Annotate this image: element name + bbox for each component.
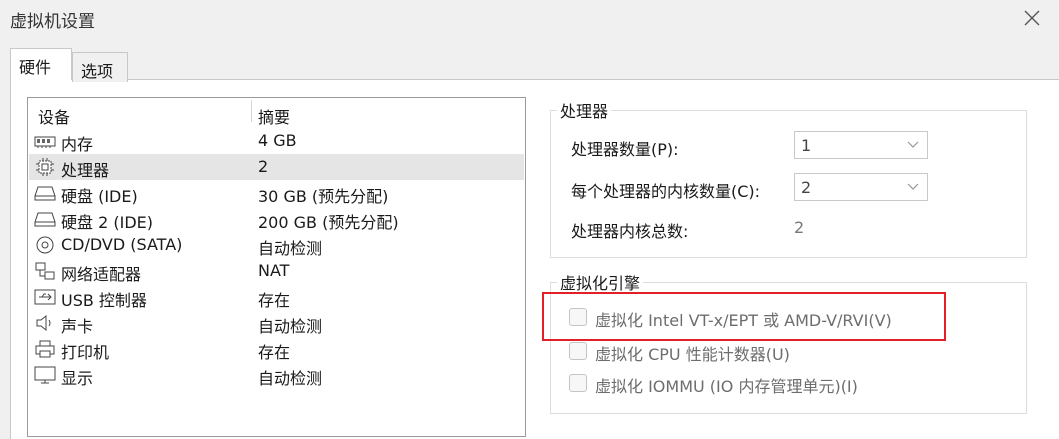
device-name: USB 控制器 xyxy=(61,291,147,310)
device-name: 声卡 xyxy=(61,317,94,336)
device-summary: 自动检测 xyxy=(258,239,323,258)
device-summary: 自动检测 xyxy=(258,369,323,388)
processor-count-label: 处理器数量(P): xyxy=(571,140,679,159)
cd-dvd-icon xyxy=(34,235,56,255)
processor-group-title: 处理器 xyxy=(557,98,612,122)
device-name: 处理器 xyxy=(61,161,110,180)
device-summary: 存在 xyxy=(258,343,291,362)
tab-options[interactable]: 选项 xyxy=(72,52,128,82)
cores-per-processor-label: 每个处理器的内核数量(C): xyxy=(571,182,761,201)
network-adapter-icon xyxy=(34,261,56,281)
tab-options-label: 选项 xyxy=(81,62,114,81)
checkbox-box[interactable] xyxy=(569,342,587,360)
virtualize-iommu-label: 虚拟化 IOMMU (IO 内存管理单元)(I) xyxy=(595,377,858,396)
device-row-memory[interactable]: 内存 4 GB xyxy=(29,128,524,154)
window-title: 虚拟机设置 xyxy=(10,12,95,32)
virtualization-group-title: 虚拟化引擎 xyxy=(557,270,644,294)
memory-icon xyxy=(34,131,56,151)
device-row-usb[interactable]: USB 控制器 存在 xyxy=(29,284,524,310)
hard-disk-icon xyxy=(34,209,56,229)
tab-hardware[interactable]: 硬件 xyxy=(10,48,72,80)
total-cores-label: 处理器内核总数: xyxy=(571,222,689,241)
column-divider[interactable] xyxy=(251,100,252,122)
speaker-icon xyxy=(34,313,56,333)
close-icon xyxy=(1024,10,1040,26)
device-list[interactable]: 设备 摘要 内存 4 GB 处理器 2 硬盘 (IDE) 30 GB (预先分配… xyxy=(27,97,526,437)
device-name: 打印机 xyxy=(61,343,110,362)
device-name: CD/DVD (SATA) xyxy=(61,235,183,254)
usb-icon xyxy=(34,287,56,307)
device-row-processor[interactable]: 处理器 2 xyxy=(29,154,524,180)
hard-disk-icon xyxy=(34,183,56,203)
processor-count-select[interactable]: 1 xyxy=(794,131,928,159)
chevron-down-icon xyxy=(907,183,919,190)
device-row-printer[interactable]: 打印机 存在 xyxy=(29,336,524,362)
checkbox-box[interactable] xyxy=(569,374,587,392)
device-name: 内存 xyxy=(61,135,94,154)
device-summary: 存在 xyxy=(258,291,291,310)
device-row-hard-disk[interactable]: 硬盘 (IDE) 30 GB (预先分配) xyxy=(29,180,524,206)
tab-hardware-label: 硬件 xyxy=(19,58,52,77)
cores-per-processor-value: 2 xyxy=(801,178,812,197)
total-cores-value: 2 xyxy=(794,218,805,237)
device-name: 网络适配器 xyxy=(61,265,142,284)
device-summary: 2 xyxy=(258,157,269,176)
highlight-annotation xyxy=(542,292,946,341)
cores-per-processor-select[interactable]: 2 xyxy=(794,173,928,201)
display-icon xyxy=(34,365,56,385)
device-summary: 自动检测 xyxy=(258,317,323,336)
column-header-summary[interactable]: 摘要 xyxy=(258,104,290,128)
processor-icon xyxy=(34,157,56,177)
device-name: 显示 xyxy=(61,369,94,388)
device-summary: NAT xyxy=(258,261,290,280)
device-name: 硬盘 (IDE) xyxy=(61,187,138,206)
chevron-down-icon xyxy=(907,141,919,148)
device-name: 硬盘 2 (IDE) xyxy=(61,213,153,232)
virtualize-cpu-counters-label: 虚拟化 CPU 性能计数器(U) xyxy=(595,345,790,364)
device-row-display[interactable]: 显示 自动检测 xyxy=(29,362,524,388)
printer-icon xyxy=(34,339,56,359)
device-row-hard-disk-2[interactable]: 硬盘 2 (IDE) 200 GB (预先分配) xyxy=(29,206,524,232)
device-summary: 30 GB (预先分配) xyxy=(258,187,389,206)
device-row-network-adapter[interactable]: 网络适配器 NAT xyxy=(29,258,524,284)
device-summary: 200 GB (预先分配) xyxy=(258,213,399,232)
processor-count-value: 1 xyxy=(801,136,812,155)
close-button[interactable] xyxy=(1011,2,1053,34)
title-bar: 虚拟机设置 xyxy=(0,0,1059,38)
device-row-sound-card[interactable]: 声卡 自动检测 xyxy=(29,310,524,336)
column-header-device[interactable]: 设备 xyxy=(38,104,70,128)
device-row-cd-dvd[interactable]: CD/DVD (SATA) 自动检测 xyxy=(29,232,524,258)
device-summary: 4 GB xyxy=(258,131,297,150)
